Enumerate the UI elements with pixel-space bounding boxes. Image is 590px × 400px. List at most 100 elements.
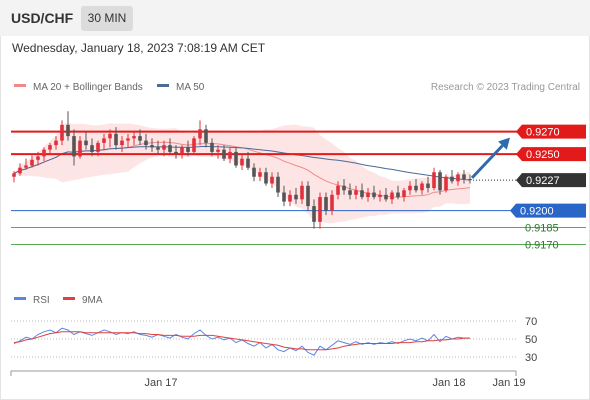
candle-body [414, 185, 418, 191]
candle-body [84, 140, 88, 146]
candle-body [234, 151, 238, 166]
candle-body [210, 142, 214, 152]
legend-swatch [63, 297, 75, 300]
candle-body [96, 142, 100, 152]
rsi-tick-label: 30 [525, 352, 537, 364]
candle-body [90, 145, 94, 152]
candle-body [366, 192, 370, 198]
candle-body [264, 172, 268, 184]
legend-label: 9MA [82, 295, 103, 306]
candle-body [282, 192, 286, 202]
candle-body [318, 197, 322, 222]
bollinger-band [14, 122, 470, 224]
candle-body [156, 147, 160, 150]
candle-body [432, 172, 436, 189]
candle-body [378, 194, 382, 198]
candle-body [468, 179, 472, 181]
candle-body [456, 174, 460, 182]
candle-body [342, 185, 346, 191]
candle-body [186, 147, 190, 152]
chart-canvas: 0.9270 0.9250 0.9200 0.9185 0.9170 0.9227 MA 2… [10, 82, 586, 389]
forecast-arrow-shaft [470, 144, 504, 179]
candle-body [402, 190, 406, 198]
candle-body [126, 138, 130, 141]
candle-body [444, 176, 448, 191]
candle-body [426, 183, 430, 189]
last-price-label: 0.9227 [526, 175, 560, 187]
candle-body [204, 129, 208, 143]
candle-body [324, 197, 328, 211]
candle-body [54, 140, 58, 146]
candle-body [396, 192, 400, 198]
x-tick-label: Jan 19 [492, 377, 525, 389]
candle-body [12, 173, 16, 177]
level-label: 0.9250 [526, 149, 560, 161]
legend-label: MA 50 [176, 82, 205, 93]
candle-body [138, 136, 142, 141]
candle-body [306, 185, 310, 207]
candle-body [168, 145, 172, 152]
candle-body [294, 194, 298, 200]
candle-body [144, 140, 148, 146]
candle-body [120, 140, 124, 146]
level-label: 0.9185 [525, 223, 559, 235]
x-tick-label: Jan 17 [144, 377, 177, 389]
candle-body [288, 194, 292, 202]
candle-body [174, 151, 178, 155]
candle-body [18, 167, 22, 174]
candle-body [354, 190, 358, 195]
candle-body [462, 174, 466, 179]
candle-body [78, 140, 82, 157]
candle-body [72, 136, 76, 157]
level-label: 0.9270 [526, 127, 560, 139]
candle-body [132, 136, 136, 139]
candle-body [360, 190, 364, 198]
candle-body [312, 206, 316, 222]
legend-label: RSI [33, 295, 50, 306]
candle-body [258, 172, 262, 177]
legend-swatch [157, 84, 169, 87]
candle-body [390, 192, 394, 200]
candle-body [420, 183, 424, 191]
rsi-tick-label: 50 [525, 334, 537, 346]
candle-body [180, 147, 184, 155]
watermark: Research © 2023 Trading Central [431, 82, 580, 93]
candle-body [24, 165, 28, 168]
candle-body [216, 149, 220, 152]
candle-body [336, 185, 340, 195]
legend-label: MA 20 + Bollinger Bands [33, 82, 143, 93]
candle-body [300, 185, 304, 200]
rsi-tick-label: 70 [525, 316, 537, 328]
candle-body [330, 194, 334, 211]
candle-body [150, 145, 154, 148]
legend-swatch [14, 84, 26, 87]
candle-body [270, 176, 274, 184]
candle-body [222, 149, 226, 159]
candle-body [450, 176, 454, 182]
candle-body [192, 138, 196, 152]
x-tick-label: Jan 18 [432, 377, 465, 389]
legend-swatch [14, 297, 26, 300]
candle-body [372, 192, 376, 198]
candle-body [30, 159, 34, 166]
candle-body [348, 190, 352, 195]
candle-body [198, 129, 202, 139]
rsi-ma-line [13, 331, 470, 351]
candle-body [66, 124, 70, 137]
candle-body [252, 167, 256, 177]
candle-body [438, 172, 442, 191]
candle-body [48, 145, 52, 150]
candle-body [276, 176, 280, 193]
candle-body [60, 124, 64, 141]
candle-body [228, 151, 232, 159]
candle-body [114, 133, 118, 146]
candle-body [408, 185, 412, 191]
candle-body [246, 158, 250, 168]
candle-body [162, 145, 166, 150]
candle-body [102, 138, 106, 143]
candle-body [36, 156, 40, 160]
candle-body [108, 133, 112, 139]
candle-body [384, 194, 388, 200]
candle-body [240, 158, 244, 166]
level-label: 0.9200 [520, 206, 554, 218]
